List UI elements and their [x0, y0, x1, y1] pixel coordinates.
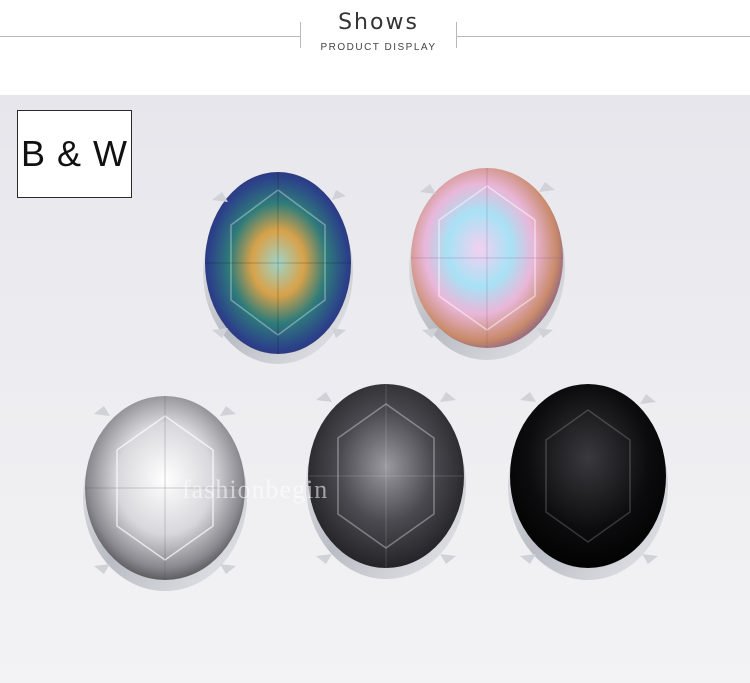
header-rule-left — [0, 36, 300, 37]
header-rule-right — [457, 36, 750, 37]
gem-vitrail — [203, 172, 353, 364]
section-header: Shows PRODUCT DISPLAY — [0, 0, 750, 95]
section-title: Shows — [338, 10, 419, 35]
section-subtitle: PRODUCT DISPLAY — [320, 42, 437, 53]
color-label: B & W — [17, 110, 132, 198]
watermark: fashionbegin — [182, 475, 329, 504]
gem-jet-black — [508, 384, 668, 580]
gem-crystal-ab — [409, 168, 565, 360]
product-photo: B & W fashionbegin — [0, 95, 750, 683]
gem-black-diamond — [306, 384, 466, 579]
header-tick-right — [456, 22, 457, 48]
